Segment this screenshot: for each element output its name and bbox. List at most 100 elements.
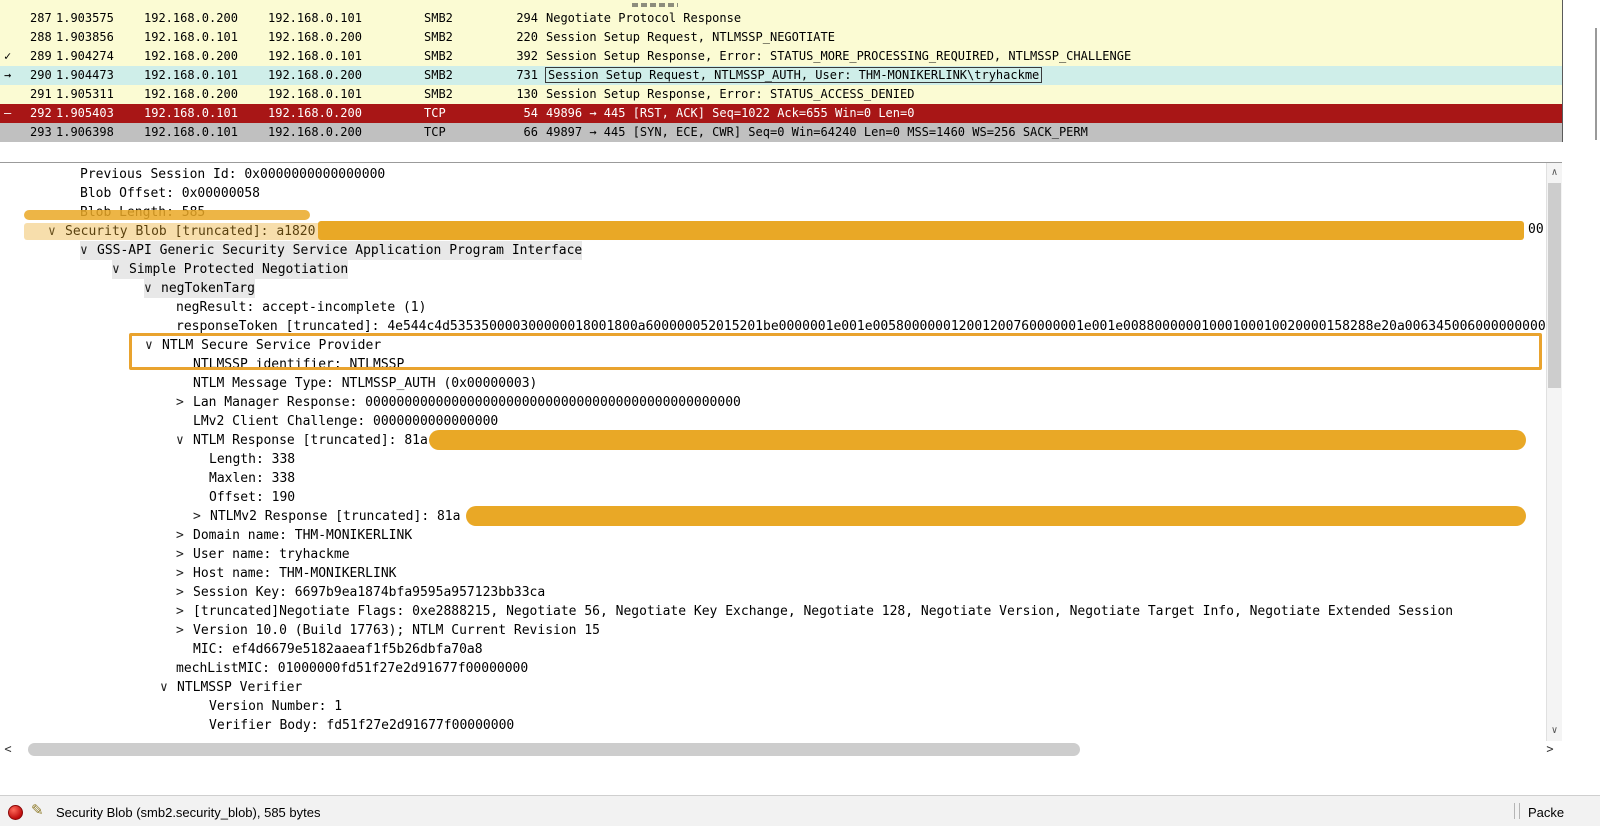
- scroll-right-icon[interactable]: >: [1542, 741, 1558, 757]
- packet-list-pane: 287 1.903575 192.168.0.200 192.168.0.101 SMB…: [0, 0, 1562, 142]
- packet-row-290[interactable]: → 290 1.904473 192.168.0.101 192.168.0.200 SM…: [0, 66, 1562, 85]
- statusbar-separator: [1514, 803, 1520, 819]
- status-bar: ✎ Security Blob (smb2.security_blob), 58…: [0, 795, 1600, 826]
- scroll-up-icon[interactable]: ∧: [1547, 165, 1562, 181]
- expand-arrow-icon[interactable]: >: [176, 602, 193, 621]
- tree-row-content: Verifier Body: fd51f27e2d91677f00000000: [209, 716, 514, 735]
- capture-comment-icon[interactable]: ✎: [31, 801, 44, 819]
- selected-field-info: Security Blob (smb2.security_blob), 585 …: [56, 805, 321, 820]
- packet-row-288[interactable]: 288 1.903856 192.168.0.101 192.168.0.200 SMB…: [0, 28, 1562, 47]
- tree-row-1[interactable]: Blob Offset: 0x00000058: [0, 184, 1546, 203]
- packet-col-len: 130: [516, 87, 538, 101]
- expand-arrow-icon[interactable]: >: [176, 621, 193, 640]
- tree-row-2[interactable]: Blob Length: 585: [0, 203, 1546, 222]
- tree-row-19[interactable]: > Domain name: THM-MONIKERLINK: [0, 526, 1546, 545]
- packet-col-src: 192.168.0.200: [144, 11, 238, 25]
- packet-col-src: 192.168.0.200: [144, 87, 238, 101]
- detail-horizontal-scrollbar[interactable]: < >: [0, 741, 1562, 757]
- related-packet-icon: –: [4, 106, 12, 120]
- tree-row-20[interactable]: > User name: tryhackme: [0, 545, 1546, 564]
- wireshark-window: 287 1.903575 192.168.0.200 192.168.0.101 SMB…: [0, 0, 1600, 826]
- tree-row-3[interactable]: ∨ Security Blob [truncated]: a1820: [0, 222, 1546, 241]
- tree-row-14[interactable]: ∨ NTLM Response [truncated]: 81a: [0, 431, 1546, 450]
- packet-row-289[interactable]: ✓ 289 1.904274 192.168.0.200 192.168.0.101 SM…: [0, 47, 1562, 66]
- collapse-arrow-icon[interactable]: ∨: [145, 336, 162, 355]
- packet-col-dst: 192.168.0.200: [268, 106, 362, 120]
- expand-arrow-icon[interactable]: >: [176, 545, 193, 564]
- tree-row-15[interactable]: Length: 338: [0, 450, 1546, 469]
- packet-col-len: 220: [516, 30, 538, 44]
- expand-arrow-icon[interactable]: >: [176, 583, 193, 602]
- packet-row-292[interactable]: – 292 1.905403 192.168.0.101 192.168.0.200 TC…: [0, 104, 1562, 123]
- tree-row-22[interactable]: > Session Key: 6697b9ea1874bfa9595a957123…: [0, 583, 1546, 602]
- expand-arrow-icon[interactable]: >: [176, 526, 193, 545]
- clipped-row-text-fragment: [632, 3, 678, 7]
- tree-row-28[interactable]: Version Number: 1: [0, 697, 1546, 716]
- packet-col-time: 1.904473: [56, 68, 114, 82]
- clipped-packet-row[interactable]: [0, 0, 1562, 9]
- collapse-arrow-icon[interactable]: ∨: [160, 678, 177, 697]
- tree-row-7[interactable]: negResult: accept-incomplete (1): [0, 298, 1546, 317]
- tree-row-26[interactable]: mechListMIC: 01000000fd51f27e2d91677f000…: [0, 659, 1546, 678]
- tree-row-content: LMv2 Client Challenge: 0000000000000000: [193, 412, 498, 431]
- packet-row-287[interactable]: 287 1.903575 192.168.0.200 192.168.0.101 SMB…: [0, 9, 1562, 28]
- packet-row-291[interactable]: 291 1.905311 192.168.0.200 192.168.0.101 SMB…: [0, 85, 1562, 104]
- packet-row-293[interactable]: 293 1.906398 192.168.0.101 192.168.0.200 TCP…: [0, 123, 1562, 142]
- tree-row-12[interactable]: > Lan Manager Response: 00000000000000000…: [0, 393, 1546, 412]
- tree-row-6[interactable]: ∨ negTokenTarg: [0, 279, 1546, 298]
- tree-row-text: Domain name: THM-MONIKERLINK: [193, 528, 413, 543]
- expand-arrow-icon[interactable]: >: [193, 507, 210, 526]
- tree-row-18[interactable]: > NTLMv2 Response [truncated]: 81a: [0, 507, 1546, 526]
- tree-row-content: > User name: tryhackme: [176, 545, 350, 564]
- packet-col-src: 192.168.0.200: [144, 49, 238, 63]
- collapse-arrow-icon[interactable]: ∨: [80, 241, 97, 260]
- scroll-left-icon[interactable]: <: [0, 741, 16, 757]
- expert-info-icon[interactable]: [8, 805, 23, 820]
- tree-row-content: Version Number: 1: [209, 697, 342, 716]
- packet-col-time: 1.903575: [56, 11, 114, 25]
- collapse-arrow-icon[interactable]: ∨: [144, 279, 161, 298]
- tree-row-8[interactable]: responseToken [truncated]: 4e544c4d53535…: [0, 317, 1546, 336]
- packet-list-right-border: [1562, 0, 1563, 142]
- tree-row-21[interactable]: > Host name: THM-MONIKERLINK: [0, 564, 1546, 583]
- tree-row-text: Previous Session Id: 0x0000000000000000: [80, 167, 386, 182]
- packet-list-scrollbar[interactable]: [1595, 28, 1597, 140]
- tree-row-4[interactable]: ∨ GSS-API Generic Security Service Applic…: [0, 241, 1546, 260]
- collapse-arrow-icon[interactable]: ∨: [48, 222, 65, 241]
- tree-row-25[interactable]: MIC: ef4d6679e5182aaeaf1f5b26dbfa70a8: [0, 640, 1546, 659]
- packet-col-no: 287: [30, 11, 52, 25]
- packet-col-len: 294: [516, 11, 538, 25]
- tree-row-5[interactable]: ∨ Simple Protected Negotiation: [0, 260, 1546, 279]
- detail-vertical-scrollbar[interactable]: ∧ ∨: [1546, 163, 1562, 741]
- tree-row-23[interactable]: > [truncated]Negotiate Flags: 0xe2888215,…: [0, 602, 1546, 621]
- tree-row-content: ∨ NTLM Response [truncated]: 81a: [176, 431, 428, 450]
- tree-row-content: responseToken [truncated]: 4e544c4d53535…: [176, 317, 1546, 336]
- packet-col-src: 192.168.0.101: [144, 106, 238, 120]
- tree-row-29[interactable]: Verifier Body: fd51f27e2d91677f00000000: [0, 716, 1546, 735]
- info-text: 49897 → 445 [SYN, ECE, CWR] Seq=0 Win=64…: [546, 125, 1088, 139]
- packet-col-info: Session Setup Response, Error: STATUS_AC…: [538, 85, 1562, 104]
- tree-row-24[interactable]: > Version 10.0 (Build 17763); NTLM Curren…: [0, 621, 1546, 640]
- tree-row-0[interactable]: Previous Session Id: 0x0000000000000000: [0, 165, 1546, 184]
- expand-arrow-icon[interactable]: >: [176, 393, 193, 412]
- packet-col-proto: SMB2: [424, 11, 453, 25]
- tree-row-11[interactable]: NTLM Message Type: NTLMSSP_AUTH (0x00000…: [0, 374, 1546, 393]
- tree-row-10[interactable]: NTLMSSP identifier: NTLMSSP: [0, 355, 1546, 374]
- packet-col-len: 392: [516, 49, 538, 63]
- vertical-scrollbar-thumb[interactable]: [1548, 183, 1561, 388]
- packet-list-rows: 287 1.903575 192.168.0.200 192.168.0.101 SMB…: [0, 9, 1562, 142]
- scroll-down-icon[interactable]: ∨: [1547, 723, 1562, 739]
- tree-row-13[interactable]: LMv2 Client Challenge: 0000000000000000: [0, 412, 1546, 431]
- expand-arrow-icon[interactable]: >: [176, 564, 193, 583]
- tree-row-text: User name: tryhackme: [193, 547, 350, 562]
- horizontal-scrollbar-thumb[interactable]: [28, 743, 1080, 756]
- collapse-arrow-icon[interactable]: ∨: [112, 260, 129, 279]
- tree-row-text: negTokenTarg: [161, 281, 255, 296]
- tree-row-content: Previous Session Id: 0x0000000000000000: [80, 165, 385, 184]
- tree-row-16[interactable]: Maxlen: 338: [0, 469, 1546, 488]
- tree-row-9[interactable]: ∨ NTLM Secure Service Provider: [0, 336, 1546, 355]
- tree-row-27[interactable]: ∨ NTLMSSP Verifier: [0, 678, 1546, 697]
- tree-row-17[interactable]: Offset: 190: [0, 488, 1546, 507]
- collapse-arrow-icon[interactable]: ∨: [176, 431, 193, 450]
- tree-row-content: Blob Length: 585: [80, 203, 205, 222]
